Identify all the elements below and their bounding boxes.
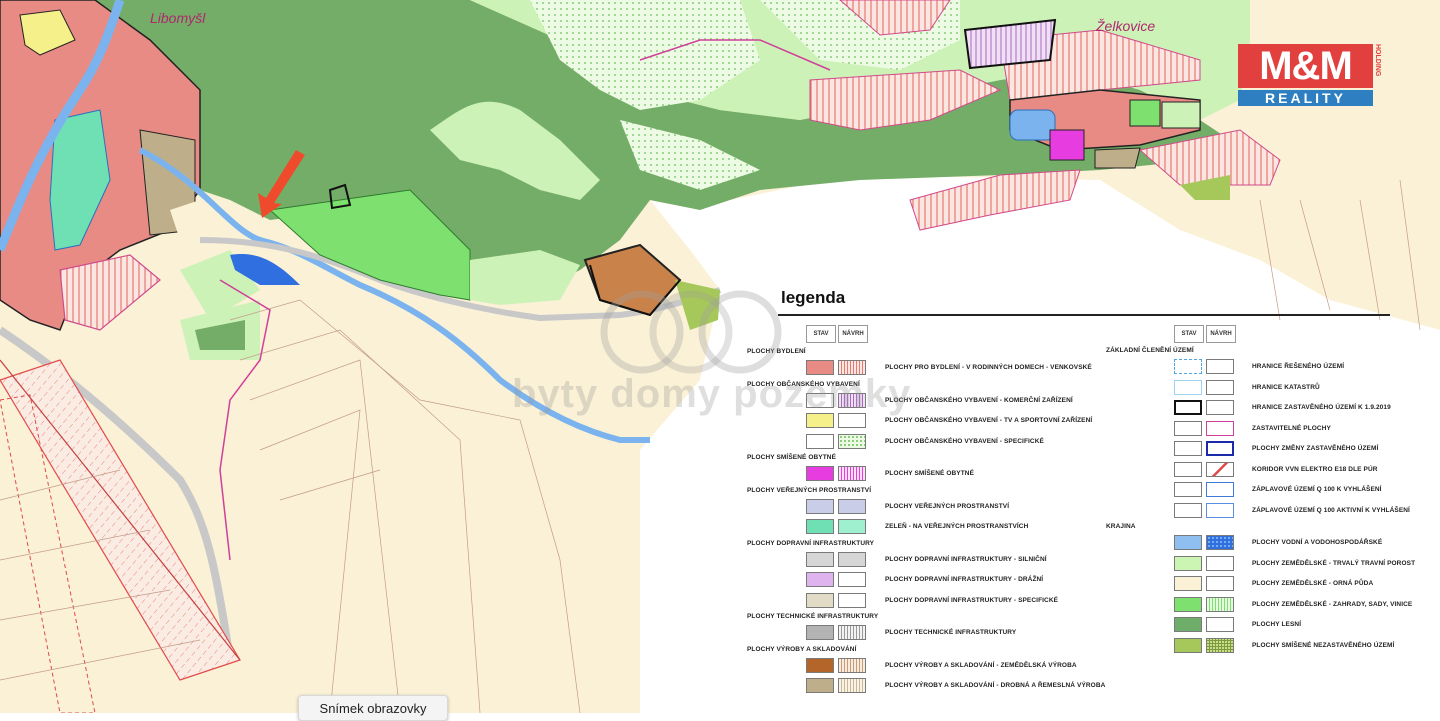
legend-right-swatch-stav-plochy-zemedelske-zahrady-sady-vinice [1174,596,1202,612]
legend-right-label-hranice-katastru: HRANICE KATASTRŮ [1252,383,1320,391]
legend-right-swatch-navrh-plochy-vodni-a-vodohospodarske [1206,535,1234,550]
legend-right-label-plochy-zemedelske-zahrady-sady-vinice: PLOCHY ZEMĚDĚLSKÉ - ZAHRADY, SADY, VINIC… [1252,600,1413,608]
legend-left-swatch-navrh-plochy-vyroby-a-skladovani-drobna-a-remeslna-vyroba [838,678,866,693]
legend-right-swatch-navrh-koridor-vvn-elektro-e18-dle-pur [1206,461,1234,477]
legend-right-swatch-navrh-plochy-zemedelske-zahrady-sady-vinice [1206,596,1234,612]
legend-left-swatch-stav-plochy-vyroby-a-skladovani-zemedelska-vyroba [806,657,834,673]
legend-right-swatch-stav-hranice-reseneho-uzemi [1174,359,1202,374]
legend-left-label-zelen-na-verejnych-prostranstvich: ZELEŇ - NA VEŘEJNÝCH PROSTRANSTVÍCH [885,523,1029,530]
legend-right-label-zastavitelne-plochy: ZASTAVITELNÉ PLOCHY [1252,424,1331,432]
legend-right-swatch-stav-plochy-smisene-nezastaveneho-uzemi [1174,637,1202,653]
legend-right-swatch-stav-zastavitelne-plochy [1174,420,1202,436]
legend-right-swatch-navrh-hranice-reseneho-uzemi [1206,359,1234,374]
legend-left-swatch-navrh-plochy-dopravni-infrastruktury-silnicni [838,551,866,567]
legend-title: legenda [781,288,846,307]
legend-right-label-plochy-zemedelske-trvaly-travni-porost: PLOCHY ZEMĚDĚLSKÉ - TRVALÝ TRAVNÍ POROST [1252,559,1416,567]
legend-left-swatch-stav-zelen-na-verejnych-prostranstvich [806,519,834,534]
legend-left-label-plochy-obcanskeho-vybaveni-komercni-zarizeni: PLOCHY OBČANSKÉHO VYBAVENÍ - KOMERČNÍ ZA… [885,396,1073,404]
legend-right-swatch-navrh-plochy-zemedelske-orna-puda [1206,576,1234,591]
legend-right-swatch-stav-zaplavove-uzemi-q-100-aktivni-k-vyhlaseni [1174,502,1202,518]
legend-right-swatch-stav-hranice-zastaveneho-uzemi-k-1-9-2019 [1174,400,1202,415]
legend-left-swatch-navrh-plochy-dopravni-infrastruktury-specificke [838,592,866,608]
logo-brand: M&M [1238,44,1373,88]
legend-left-stav-header: STAV [806,325,836,343]
legend-left-swatch-navrh-plochy-verejnych-prostranstvi [838,498,866,514]
mm-reality-logo: M&M REALITY HOLDING [1238,44,1381,106]
legend-right-swatch-stav-hranice-katastru [1174,379,1202,395]
legend-left-label-plochy-obcanskeho-vybaveni-specificke: PLOCHY OBČANSKÉHO VYBAVENÍ - SPECIFICKÉ [885,437,1044,445]
legend-left-swatch-stav-plochy-dopravni-infrastruktury-specificke [806,592,834,608]
legend-left-label-plochy-dopravni-infrastruktury-specificke: PLOCHY DOPRAVNÍ INFRASTRUKTURY - SPECIFI… [885,596,1059,604]
legend-right-swatch-stav-zaplavove-uzemi-q-100-k-vyhlaseni [1174,482,1202,497]
legend-left-label-plochy-dopravni-infrastruktury-drazni: PLOCHY DOPRAVNÍ INFRASTRUKTURY - DRÁŽNÍ [885,576,1044,583]
legend-left-navrh-header: NÁVRH [838,325,868,343]
legend-left-section-plochy-smisene-obytne: PLOCHY SMÍŠENÉ OBYTNÉ [747,454,837,461]
legend-left-label-plochy-vyroby-a-skladovani-zemedelska-vyroba: PLOCHY VÝROBY A SKLADOVÁNÍ - ZEMĚDĚLSKÁ … [885,661,1077,669]
legend-left-label-plochy-obcanskeho-vybaveni-tv-a-sportovni-zarizeni: PLOCHY OBČANSKÉHO VYBAVENÍ - TV A SPORTO… [885,417,1093,424]
legend-right-swatch-navrh-hranice-katastru [1206,379,1234,395]
legend-divider [778,314,1390,316]
legend-left-swatch-stav-plochy-vyroby-a-skladovani-drobna-a-remeslna-vyroba [806,678,834,693]
logo-sub: REALITY [1238,90,1373,106]
legend-right-swatch-stav-plochy-zmeny-zastaveneho-uzemi [1174,441,1202,456]
legend-left-label-plochy-verejnych-prostranstvi: PLOCHY VEŘEJNÝCH PROSTRANSTVÍ [885,502,1010,510]
legend-right-label-zaplavove-uzemi-q-100-k-vyhlaseni: ZÁPLAVOVÉ ÚZEMÍ Q 100 K VYHLÁŠENÍ [1252,486,1382,493]
legend-left-swatch-stav-plochy-dopravni-infrastruktury-silnicni [806,551,834,567]
legend-right-label-plochy-lesni: PLOCHY LESNÍ [1252,621,1302,628]
legend-right-swatch-navrh-plochy-zmeny-zastaveneho-uzemi [1206,441,1234,456]
legend-left-swatch-stav-plochy-smisene-obytne [806,466,834,481]
legend-right-swatch-navrh-plochy-smisene-nezastaveneho-uzemi [1206,637,1234,653]
legend-left-label-plochy-smisene-obytne: PLOCHY SMÍŠENÉ OBYTNÉ [885,470,975,477]
screenshot-tooltip: Snímek obrazovky [298,695,448,721]
legend-right-navrh-header: NÁVRH [1206,325,1236,343]
legend-right-swatch-stav-koridor-vvn-elektro-e18-dle-pur [1174,461,1202,477]
legend-right-label-koridor-vvn-elektro-e18-dle-pur: KORIDOR VVN ELEKTRO E18 DLE PÚR [1252,465,1378,473]
logo-side: HOLDING [1374,44,1381,77]
legend-right-swatch-navrh-zastavitelne-plochy [1206,420,1234,436]
legend-right-label-plochy-zmeny-zastaveneho-uzemi: PLOCHY ZMĚNY ZASTAVĚNÉHO ÚZEMÍ [1252,445,1379,452]
legend-left-swatch-stav-plochy-obcanskeho-vybaveni-specificke [806,433,834,449]
legend-right-swatch-navrh-zaplavove-uzemi-q-100-k-vyhlaseni [1206,482,1234,497]
legend-left-swatch-navrh-plochy-smisene-obytne [838,466,866,481]
legend-right-label-plochy-smisene-nezastaveneho-uzemi: PLOCHY SMÍŠENÉ NEZASTAVĚNÉHO ÚZEMÍ [1252,641,1395,649]
legend-left-label-plochy-vyroby-a-skladovani-drobna-a-remeslna-vyroba: PLOCHY VÝROBY A SKLADOVÁNÍ - DROBNÁ A ŘE… [885,682,1106,689]
legend-right-stav-header: STAV [1174,325,1204,343]
legend-left-label-plochy-dopravni-infrastruktury-silnicni: PLOCHY DOPRAVNÍ INFRASTRUKTURY - SILNIČN… [885,555,1047,563]
legend-left-label-plochy-pro-bydleni-v-rodinnych-domech-venkovske: PLOCHY PRO BYDLENÍ - V RODINNÝCH DOMECH … [885,364,1092,371]
legend-right-swatch-navrh-plochy-lesni [1206,617,1234,632]
watermark-text: byty domy pozemky [512,372,912,416]
legend-right-label-hranice-reseneho-uzemi: HRANICE ŘEŠENÉHO ÚZEMÍ [1252,363,1345,370]
legend-left-section-plochy-dopravni-infrastruktury: PLOCHY DOPRAVNÍ INFRASTRUKTURY [747,539,875,547]
legend-right-swatch-stav-plochy-zemedelske-orna-puda [1174,576,1202,591]
legend-left-section-plochy-verejnych-prostranstvi: PLOCHY VEŘEJNÝCH PROSTRANSTVÍ [747,486,872,494]
legend-right-label-plochy-zemedelske-orna-puda: PLOCHY ZEMĚDĚLSKÉ - ORNÁ PŮDA [1252,580,1374,587]
legend-right-section-zakladni-cleneni-uzemi: ZÁKLADNÍ ČLENĚNÍ ÚZEMÍ [1106,347,1194,354]
legend-right-swatch-stav-plochy-lesni [1174,617,1202,632]
legend-right-label-plochy-vodni-a-vodohospodarske: PLOCHY VODNÍ A VODOHOSPODÁŘSKÉ [1252,539,1383,546]
legend-left-swatch-stav-plochy-dopravni-infrastruktury-drazni [806,572,834,587]
legend-left-label-plochy-technicke-infrastruktury: PLOCHY TECHNICKÉ INFRASTRUKTURY [885,629,1017,636]
legend-right-swatch-navrh-hranice-zastaveneho-uzemi-k-1-9-2019 [1206,400,1234,415]
watermark-emblem-icon [600,290,782,374]
legend-right-section-krajina: KRAJINA [1106,523,1136,530]
legend-left-swatch-navrh-plochy-vyroby-a-skladovani-zemedelska-vyroba [838,657,866,673]
legend-left-swatch-navrh-plochy-obcanskeho-vybaveni-specificke [838,433,866,449]
legend-left-section-plochy-vyroby-a-skladovani: PLOCHY VÝROBY A SKLADOVÁNÍ [747,645,857,653]
legend-right-swatch-stav-plochy-zemedelske-trvaly-travni-porost [1174,555,1202,571]
legend-left-swatch-stav-plochy-verejnych-prostranstvi [806,498,834,514]
legend-left-section-plochy-technicke-infrastruktury: PLOCHY TECHNICKÉ INFRASTRUKTURY [747,613,879,620]
legend-right-swatch-stav-plochy-vodni-a-vodohospodarske [1174,535,1202,550]
legend-right-swatch-navrh-zaplavove-uzemi-q-100-aktivni-k-vyhlaseni [1206,502,1234,518]
legend-left-swatch-navrh-plochy-dopravni-infrastruktury-drazni [838,572,866,587]
place-label-libomysl: Libomyšl [150,10,206,26]
legend-right-label-zaplavove-uzemi-q-100-aktivni-k-vyhlaseni: ZÁPLAVOVÉ ÚZEMÍ Q 100 AKTIVNÍ K VYHLÁŠEN… [1252,506,1410,514]
legend-left-swatch-navrh-plochy-technicke-infrastruktury [838,625,866,640]
legend-left-swatch-stav-plochy-technicke-infrastruktury [806,625,834,640]
legend-right-label-hranice-zastaveneho-uzemi-k-1-9-2019: HRANICE ZASTAVĚNÉHO ÚZEMÍ K 1.9.2019 [1252,404,1391,411]
legend-left-swatch-navrh-zelen-na-verejnych-prostranstvich [838,519,866,534]
place-label-zelkovice: Želkovice [1096,18,1156,34]
legend-right-swatch-navrh-plochy-zemedelske-trvaly-travni-porost [1206,555,1234,571]
